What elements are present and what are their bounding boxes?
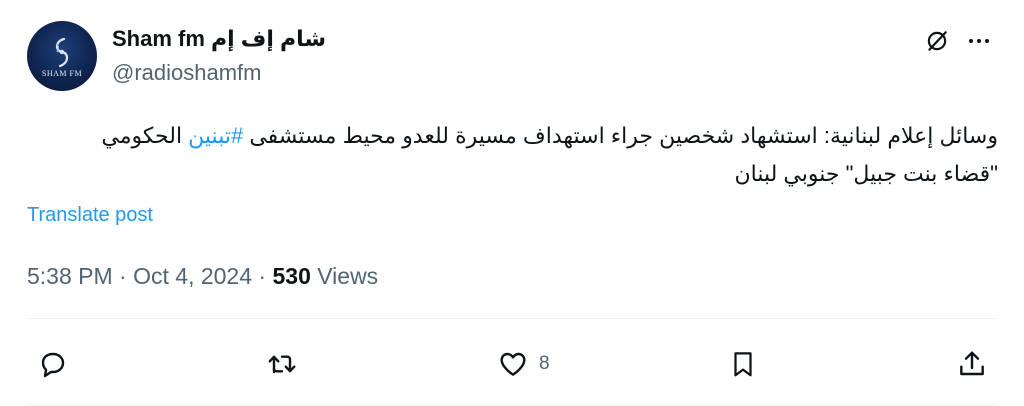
user-handle[interactable]: @radioshamfm <box>112 60 262 86</box>
meta-separator: · <box>119 263 127 289</box>
more-icon[interactable] <box>965 27 993 55</box>
hashtag-link[interactable]: #تبنين <box>188 123 243 148</box>
like-button[interactable]: 8 <box>497 348 550 380</box>
post-time[interactable]: 5:38 PM <box>27 263 113 289</box>
bookmark-button[interactable] <box>728 348 758 380</box>
sham-logo-icon <box>55 37 69 67</box>
avatar-logo-text: SHAM FM <box>41 68 83 78</box>
display-name[interactable]: Sham fm شام إف إم <box>112 26 326 52</box>
like-count: 8 <box>539 353 550 374</box>
avatar[interactable]: SHAM FM <box>27 21 97 91</box>
grok-icon[interactable] <box>923 27 951 55</box>
post-text: وسائل إعلام لبنانية: استشهاد شخصين جراء … <box>80 117 998 193</box>
post-text-before: وسائل إعلام لبنانية: استشهاد شخصين جراء … <box>243 123 998 148</box>
reply-icon <box>41 352 65 378</box>
bookmark-icon <box>734 352 752 377</box>
post-date[interactable]: Oct 4, 2024 <box>133 263 252 289</box>
heart-icon <box>500 352 526 376</box>
views-label: Views <box>317 263 379 289</box>
retweet-button[interactable] <box>266 348 298 380</box>
retweet-icon <box>268 355 296 374</box>
share-button[interactable] <box>956 348 988 380</box>
divider <box>27 318 997 319</box>
share-icon <box>960 351 984 376</box>
reply-button[interactable] <box>37 348 69 380</box>
views-count: 530 <box>272 263 311 289</box>
post-meta: 5:38 PM · Oct 4, 2024 · 530 Views <box>27 263 378 290</box>
translate-post-link[interactable]: Translate post <box>27 204 153 227</box>
divider <box>27 404 997 405</box>
meta-separator: · <box>258 263 267 289</box>
